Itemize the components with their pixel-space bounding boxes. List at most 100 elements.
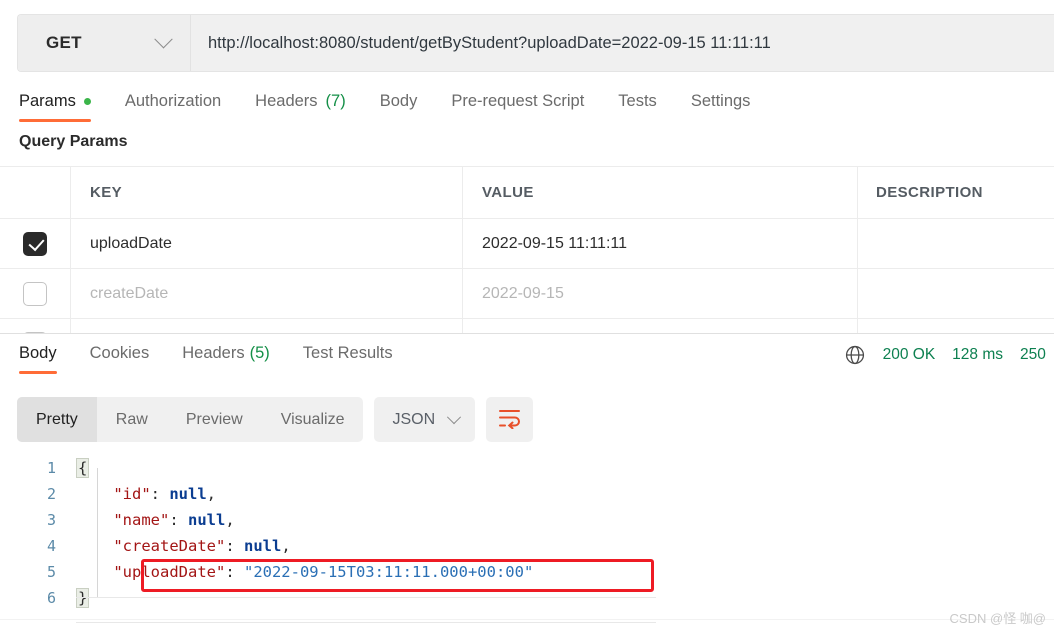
code-token-brace: { <box>76 458 90 478</box>
column-header-key: KEY <box>90 184 123 201</box>
code-token-key: "createDate" <box>113 537 226 555</box>
code-token-colon: : <box>225 563 244 581</box>
status-code[interactable]: 200 OK <box>883 346 936 364</box>
panel-splitter[interactable] <box>0 333 1054 334</box>
code-token-null: null <box>188 511 226 529</box>
url-text: http://localhost:8080/student/getByStude… <box>208 33 771 52</box>
tab-pre-request-script-label: Pre-request Script <box>451 92 585 110</box>
tab-body[interactable]: Body <box>380 92 418 122</box>
code-line: 5 "uploadDate": "2022-09-15T03:11:11.000… <box>0 559 1054 585</box>
response-tab-body[interactable]: Body <box>19 344 57 374</box>
tab-params[interactable]: Params <box>19 92 91 122</box>
chevron-down-icon <box>154 29 173 48</box>
code-token-indent <box>76 485 113 503</box>
response-tab-cookies-label: Cookies <box>89 344 150 362</box>
globe-icon <box>844 344 866 366</box>
tab-pre-request-script[interactable]: Pre-request Script <box>451 92 584 122</box>
tab-headers[interactable]: Headers (7) <box>255 92 346 122</box>
row-checkbox[interactable] <box>23 231 47 256</box>
response-tab-headers-label: Headers <box>182 344 245 362</box>
row-value-cell[interactable]: Value <box>463 319 858 333</box>
table-header-row: KEY VALUE DESCRIPTION <box>0 167 1054 219</box>
code-token-comma: , <box>281 537 291 555</box>
response-body-toolbar: Pretty Raw Preview Visualize JSON <box>17 397 534 442</box>
code-fold-divider <box>76 597 656 598</box>
query-params-table: KEY VALUE DESCRIPTION uploadDate 2022-09… <box>0 166 1054 333</box>
response-time[interactable]: 128 ms <box>952 346 1003 364</box>
http-method-selector[interactable]: GET <box>18 15 190 71</box>
http-method-label: GET <box>46 33 82 52</box>
line-number: 5 <box>46 563 56 581</box>
tab-authorization-label: Authorization <box>124 92 222 110</box>
code-token-colon: : <box>225 537 244 555</box>
row-description-cell[interactable] <box>858 219 1054 268</box>
code-token-key: "name" <box>113 511 170 529</box>
code-token-comma: , <box>225 511 235 529</box>
wrap-text-button[interactable] <box>486 397 534 442</box>
body-view-raw-label: Raw <box>115 410 148 428</box>
code-token-key: "uploadDate" <box>113 563 226 581</box>
code-line: 6 } <box>0 585 1054 611</box>
row-key-cell[interactable]: Key <box>71 319 463 333</box>
body-view-segmented-control: Pretty Raw Preview Visualize <box>17 397 364 442</box>
code-token-colon: : <box>169 511 188 529</box>
code-token-indent <box>76 537 113 555</box>
row-value-cell[interactable]: 2022-09-15 11:11:11 <box>463 219 858 268</box>
response-size[interactable]: 250 <box>1020 346 1054 364</box>
tab-headers-count: (7) <box>325 92 346 110</box>
url-input[interactable]: http://localhost:8080/student/getByStude… <box>190 15 1054 71</box>
tab-body-label: Body <box>379 92 418 110</box>
code-token-brace: } <box>76 588 90 608</box>
table-row: Key Value Description <box>0 319 1054 333</box>
tab-authorization[interactable]: Authorization <box>125 92 221 122</box>
line-number: 6 <box>46 589 56 607</box>
response-tab-test-results[interactable]: Test Results <box>303 344 393 374</box>
row-checkbox[interactable] <box>23 281 47 306</box>
request-tabs: Params Authorization Headers (7) Body Pr… <box>0 92 1054 130</box>
row-value-cell[interactable]: 2022-09-15 <box>463 269 858 318</box>
code-token-key: "id" <box>113 485 151 503</box>
body-view-pretty-label: Pretty <box>36 410 78 428</box>
body-format-selector[interactable]: JSON <box>374 397 476 442</box>
body-view-visualize[interactable]: Visualize <box>262 397 364 442</box>
line-number: 3 <box>46 511 56 529</box>
code-token-comma: , <box>206 485 216 503</box>
code-token-null: null <box>169 485 207 503</box>
response-tab-headers-count: (5) <box>249 344 270 362</box>
column-header-description: DESCRIPTION <box>876 184 983 201</box>
row-description-cell[interactable] <box>858 269 1054 318</box>
response-tabs: Body Cookies Headers (5) Test Results <box>19 344 426 374</box>
body-view-preview[interactable]: Preview <box>167 397 262 442</box>
column-header-value: VALUE <box>482 184 534 201</box>
tab-tests[interactable]: Tests <box>618 92 657 122</box>
body-view-raw[interactable]: Raw <box>97 397 167 442</box>
line-number: 2 <box>46 485 56 503</box>
watermark-text: CSDN @怪 咖@ <box>949 611 1046 626</box>
request-url-bar: GET http://localhost:8080/student/getByS… <box>17 14 1054 72</box>
indent-guide <box>97 468 98 598</box>
response-tab-cookies[interactable]: Cookies <box>90 344 150 374</box>
code-fold-divider <box>76 622 656 623</box>
body-view-preview-label: Preview <box>185 410 243 428</box>
code-token-colon: : <box>150 485 170 503</box>
row-key-cell[interactable]: createDate <box>71 269 463 318</box>
table-row: createDate 2022-09-15 <box>0 269 1054 319</box>
tab-settings-label: Settings <box>690 92 751 110</box>
code-line: 3 "name": null, <box>0 507 1054 533</box>
body-view-pretty[interactable]: Pretty <box>17 397 97 442</box>
code-line: 1 { <box>0 455 1054 481</box>
code-line: 4 "createDate": null, <box>0 533 1054 559</box>
code-line: 2 "id": null, <box>0 481 1054 507</box>
row-key-cell[interactable]: uploadDate <box>71 219 463 268</box>
row-value-text: 2022-09-15 <box>482 284 564 302</box>
response-tab-headers[interactable]: Headers (5) <box>182 344 270 374</box>
unsaved-indicator-icon <box>83 98 91 105</box>
response-body-json[interactable]: 1 { 2 "id": null, 3 "name": null, 4 "cre… <box>0 455 1054 620</box>
code-token-string: "2022-09-15T03:11:11.000+00:00" <box>243 563 534 581</box>
query-params-heading: Query Params <box>19 133 128 150</box>
body-view-visualize-label: Visualize <box>280 410 345 428</box>
tab-settings[interactable]: Settings <box>691 92 751 122</box>
row-description-cell[interactable]: Description <box>858 319 1054 333</box>
chevron-down-icon <box>447 409 462 424</box>
line-number: 4 <box>46 537 56 555</box>
